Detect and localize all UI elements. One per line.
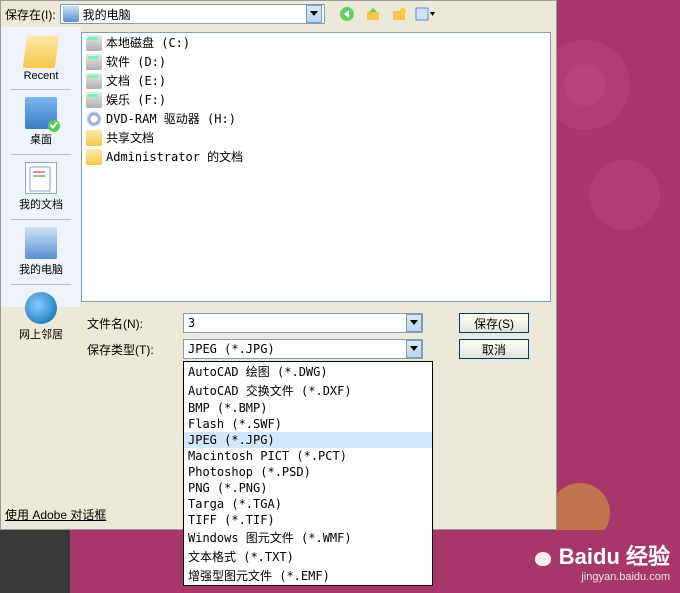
filetype-label: 保存类型(T): bbox=[87, 341, 177, 358]
filetype-value: JPEG (*.JPG) bbox=[184, 340, 406, 358]
chevron-down-icon bbox=[410, 346, 418, 352]
file-label: Administrator 的文档 bbox=[106, 148, 243, 165]
sidebar-item-label: 桌面 bbox=[30, 131, 52, 147]
file-item[interactable]: 软件 (D:) bbox=[82, 52, 550, 71]
filename-area: 文件名(N): 3 保存(S) 保存类型(T): JPEG (*.JPG) 取消… bbox=[1, 307, 556, 371]
file-item[interactable]: Administrator 的文档 bbox=[82, 147, 550, 166]
separator bbox=[11, 89, 71, 90]
filetype-option[interactable]: PNG (*.PNG) bbox=[184, 480, 432, 496]
filetype-option[interactable]: Flash (*.SWF) bbox=[184, 416, 432, 432]
sidebar-item-label: 我的文档 bbox=[19, 196, 63, 212]
file-label: 娱乐 (F:) bbox=[106, 91, 166, 108]
adobe-dialog-link[interactable]: 使用 Adobe 对话框 bbox=[5, 506, 106, 523]
dvd-icon bbox=[86, 111, 102, 127]
separator bbox=[11, 154, 71, 155]
filetype-option[interactable]: Photoshop (*.PSD) bbox=[184, 464, 432, 480]
file-item[interactable]: 共享文档 bbox=[82, 128, 550, 147]
filetype-select[interactable]: JPEG (*.JPG) bbox=[183, 339, 423, 359]
location-select[interactable]: 我的电脑 bbox=[60, 4, 325, 24]
computer-icon bbox=[25, 227, 57, 259]
filetype-option[interactable]: BMP (*.BMP) bbox=[184, 400, 432, 416]
file-item[interactable]: 文档 (E:) bbox=[82, 71, 550, 90]
file-item[interactable]: 娱乐 (F:) bbox=[82, 90, 550, 109]
filetype-option[interactable]: Macintosh PICT (*.PCT) bbox=[184, 448, 432, 464]
folder-icon bbox=[86, 149, 102, 165]
new-folder-icon[interactable] bbox=[389, 4, 409, 24]
file-item[interactable]: DVD-RAM 驱动器 (H:) bbox=[82, 109, 550, 128]
location-bar: 保存在(I): 我的电脑 bbox=[1, 1, 556, 27]
recent-icon bbox=[23, 36, 59, 68]
file-label: DVD-RAM 驱动器 (H:) bbox=[106, 110, 236, 127]
file-label: 本地磁盘 (C:) bbox=[106, 34, 190, 51]
folder-icon bbox=[86, 130, 102, 146]
documents-icon bbox=[25, 162, 57, 194]
file-label: 文档 (E:) bbox=[106, 72, 166, 89]
watermark: Baidu 经验 jingyan.baidu.com bbox=[531, 539, 670, 583]
filetype-option[interactable]: AutoCAD 交换文件 (*.DXF) bbox=[184, 381, 432, 400]
watermark-brand: Baidu 经验 bbox=[559, 539, 670, 571]
filetype-option[interactable]: JPEG (*.JPG) bbox=[184, 432, 432, 448]
drive-icon bbox=[86, 73, 102, 89]
location-dropdown-button[interactable] bbox=[306, 5, 322, 23]
location-value: 我的电脑 bbox=[83, 6, 306, 23]
save-dialog: 保存在(I): 我的电脑 Recent 桌面 bbox=[0, 0, 557, 530]
filetype-option[interactable]: 增强型图元文件 (*.EMF) bbox=[184, 566, 432, 585]
file-list[interactable]: 本地磁盘 (C:) 软件 (D:) 文档 (E:) 娱乐 (F:) DVD-RAM 驱动… bbox=[81, 32, 551, 302]
chevron-down-icon bbox=[310, 11, 318, 17]
places-sidebar: Recent 桌面 我的文档 我的电脑 网上邻居 bbox=[1, 27, 81, 307]
drive-icon bbox=[86, 54, 102, 70]
filename-label: 文件名(N): bbox=[87, 315, 177, 332]
filename-dropdown-button[interactable] bbox=[406, 314, 422, 332]
filetype-option[interactable]: TIFF (*.TIF) bbox=[184, 512, 432, 528]
cancel-button[interactable]: 取消 bbox=[459, 339, 529, 359]
filetype-option[interactable]: AutoCAD 绘图 (*.DWG) bbox=[184, 362, 432, 381]
filetype-option[interactable]: Targa (*.TGA) bbox=[184, 496, 432, 512]
sidebar-item-mycomputer[interactable]: 我的电脑 bbox=[6, 224, 76, 280]
sidebar-item-label: Recent bbox=[24, 70, 59, 82]
filename-value: 3 bbox=[184, 314, 406, 332]
drive-icon bbox=[86, 35, 102, 51]
chevron-down-icon bbox=[410, 320, 418, 326]
up-icon[interactable] bbox=[363, 4, 383, 24]
filetype-dropdown-list[interactable]: AutoCAD 绘图 (*.DWG)AutoCAD 交换文件 (*.DXF)BM… bbox=[183, 361, 433, 586]
filetype-option[interactable]: Windows 图元文件 (*.WMF) bbox=[184, 528, 432, 547]
drive-icon bbox=[86, 92, 102, 108]
filetype-dropdown-button[interactable] bbox=[406, 340, 422, 358]
file-label: 共享文档 bbox=[106, 129, 154, 146]
sidebar-item-mydocs[interactable]: 我的文档 bbox=[6, 159, 76, 215]
desktop-icon bbox=[25, 97, 57, 129]
file-item[interactable]: 本地磁盘 (C:) bbox=[82, 33, 550, 52]
sidebar-item-recent[interactable]: Recent bbox=[6, 33, 76, 85]
save-button[interactable]: 保存(S) bbox=[459, 313, 529, 333]
filetype-option[interactable]: 文本格式 (*.TXT) bbox=[184, 547, 432, 566]
separator bbox=[11, 219, 71, 220]
view-menu-icon[interactable] bbox=[415, 4, 435, 24]
sidebar-item-desktop[interactable]: 桌面 bbox=[6, 94, 76, 150]
computer-icon bbox=[63, 6, 79, 22]
file-label: 软件 (D:) bbox=[106, 53, 166, 70]
paw-icon bbox=[531, 542, 557, 568]
separator bbox=[11, 284, 71, 285]
sidebar-item-label: 我的电脑 bbox=[19, 261, 63, 277]
save-in-label: 保存在(I): bbox=[5, 6, 56, 23]
watermark-sub: jingyan.baidu.com bbox=[531, 571, 670, 583]
back-icon[interactable] bbox=[337, 4, 357, 24]
filename-input[interactable]: 3 bbox=[183, 313, 423, 333]
